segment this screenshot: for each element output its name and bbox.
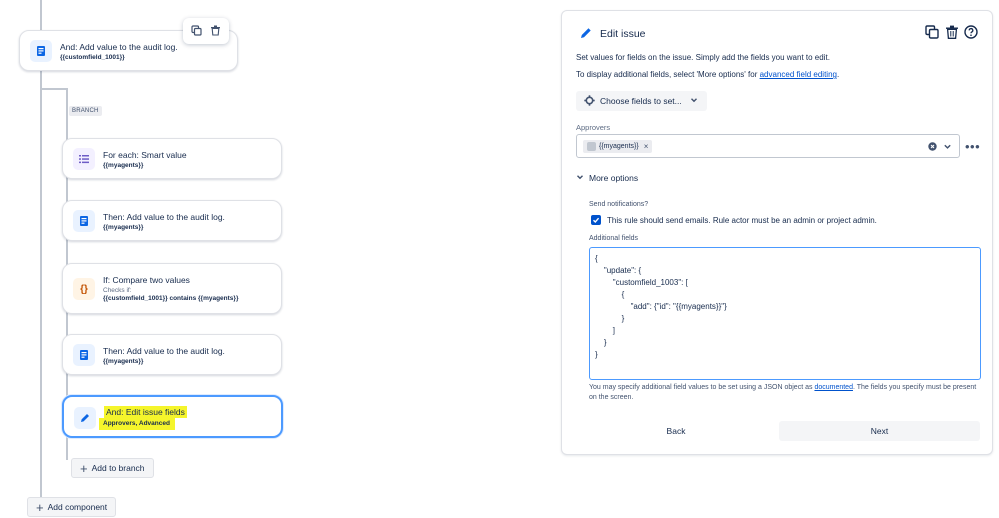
help-icon[interactable] bbox=[964, 25, 978, 41]
card-title: Then: Add value to the audit log. bbox=[103, 346, 225, 356]
audit-log-icon bbox=[73, 210, 95, 232]
description-line-2: To display additional fields, select 'Mo… bbox=[576, 70, 839, 79]
list-icon bbox=[73, 148, 95, 170]
add-component-button[interactable]: + Add component bbox=[27, 497, 117, 517]
trash-icon[interactable] bbox=[945, 25, 959, 41]
rule-canvas: And: Add value to the audit log. {{custo… bbox=[0, 0, 560, 518]
card-title: Then: Add value to the audit log. bbox=[103, 212, 225, 222]
then-audit-log-card-2[interactable]: Then: Add value to the audit log. {{myag… bbox=[62, 334, 282, 375]
audit-log-icon bbox=[30, 40, 52, 62]
card-subtitle: {{myagents}} bbox=[103, 358, 144, 365]
card-toolbar bbox=[183, 18, 229, 44]
more-options-toggle[interactable]: More options bbox=[576, 173, 638, 183]
json-line: "add": {"id": "{{myagents}}"} bbox=[595, 302, 727, 311]
json-line: ] bbox=[595, 326, 616, 335]
json-line: } bbox=[595, 314, 625, 323]
json-line: { bbox=[595, 254, 598, 263]
additional-fields-label: Additional fields bbox=[589, 235, 639, 242]
back-button[interactable]: Back bbox=[576, 421, 776, 441]
branch-connector bbox=[40, 10, 42, 18]
json-line: } bbox=[595, 338, 607, 347]
advanced-field-editing-link[interactable]: advanced field editing bbox=[760, 70, 837, 79]
for-each-card[interactable]: For each: Smart value {{myagents}} bbox=[62, 138, 282, 179]
send-notifications-text: This rule should send emails. Rule actor… bbox=[607, 215, 877, 225]
send-notifications-checkbox-row[interactable]: This rule should send emails. Rule actor… bbox=[591, 215, 877, 225]
gear-icon bbox=[584, 94, 595, 108]
card-subtitle: Approvers, Advanced bbox=[99, 418, 175, 430]
choose-fields-label: Choose fields to set... bbox=[600, 96, 682, 106]
card-title-wrap: And: Edit issue fields bbox=[104, 406, 187, 418]
card-subtitle: {{customfield_1001}} contains {{myagents… bbox=[103, 295, 239, 302]
card-title: For each: Smart value bbox=[103, 150, 187, 160]
helper-prefix: You may specify additional field values … bbox=[589, 384, 815, 391]
next-button[interactable]: Next bbox=[779, 421, 980, 441]
add-component-label: Add component bbox=[47, 502, 108, 512]
json-line: } bbox=[595, 350, 598, 359]
additional-fields-textarea[interactable]: { "update": { "customfield_1003": [ { "a… bbox=[589, 247, 981, 380]
edit-issue-card[interactable]: And: Edit issue fields Approvers, Advanc… bbox=[62, 395, 283, 438]
card-title: And: Edit issue fields bbox=[104, 406, 187, 418]
send-notifications-label: Send notifications? bbox=[589, 201, 649, 208]
then-audit-log-card[interactable]: Then: Add value to the audit log. {{myag… bbox=[62, 200, 282, 241]
pencil-icon bbox=[579, 26, 593, 40]
braces-icon: {} bbox=[73, 278, 95, 300]
chevron-down-icon[interactable] bbox=[943, 142, 952, 153]
trash-icon[interactable] bbox=[210, 25, 221, 38]
send-notifications-checkbox[interactable] bbox=[591, 215, 601, 225]
helper-text: You may specify additional field values … bbox=[589, 383, 981, 403]
documented-link[interactable]: documented bbox=[814, 384, 853, 391]
chevron-down-icon bbox=[690, 96, 698, 106]
avatar bbox=[587, 142, 596, 151]
approvers-label: Approvers bbox=[576, 123, 611, 132]
branch-label: BRANCH bbox=[69, 106, 102, 116]
card-title: If: Compare two values bbox=[103, 275, 190, 285]
description-suffix: . bbox=[836, 70, 840, 79]
json-line: "update": { bbox=[595, 266, 642, 275]
description-line-1: Set values for fields on the issue. Simp… bbox=[576, 53, 830, 62]
add-to-branch-label: Add to branch bbox=[91, 463, 145, 473]
card-subtitle: {{myagents}} bbox=[103, 162, 144, 169]
if-compare-card[interactable]: {} If: Compare two values Checks if: {{c… bbox=[62, 263, 282, 314]
branch-connector-h bbox=[40, 88, 68, 90]
more-actions-icon[interactable]: ••• bbox=[965, 139, 980, 154]
clear-icon[interactable] bbox=[928, 142, 937, 153]
add-to-branch-button[interactable]: + Add to branch bbox=[71, 458, 154, 478]
more-options-label: More options bbox=[589, 173, 639, 183]
approver-chip: {{myagents}} × bbox=[583, 140, 653, 153]
audit-log-icon bbox=[73, 344, 95, 366]
card-subtitle: {{myagents}} bbox=[103, 224, 144, 231]
edit-issue-panel: Edit issue Set values for fields on the … bbox=[561, 10, 993, 455]
card-checks: Checks if: bbox=[103, 287, 132, 294]
copy-icon[interactable] bbox=[191, 24, 202, 38]
plus-icon: + bbox=[36, 499, 44, 515]
plus-icon: + bbox=[80, 460, 88, 476]
json-line: { bbox=[595, 290, 625, 299]
choose-fields-button[interactable]: Choose fields to set... bbox=[576, 91, 707, 111]
card-subtitle: {{customfield_1001}} bbox=[60, 54, 125, 61]
card-title: And: Add value to the audit log. bbox=[60, 42, 178, 52]
card-subtitle-wrap: Approvers, Advanced bbox=[99, 418, 175, 430]
copy-icon[interactable] bbox=[925, 25, 939, 41]
approver-chip-label: {{myagents}} bbox=[599, 143, 639, 150]
json-line: "customfield_1003": [ bbox=[595, 278, 688, 287]
description-prefix: To display additional fields, select 'Mo… bbox=[576, 70, 760, 79]
panel-title: Edit issue bbox=[600, 28, 646, 40]
pencil-icon bbox=[74, 407, 96, 429]
remove-chip-icon[interactable]: × bbox=[644, 142, 649, 151]
approvers-select[interactable]: {{myagents}} × bbox=[576, 134, 960, 158]
main-connector bbox=[40, 0, 42, 505]
chevron-down-icon bbox=[576, 173, 584, 183]
